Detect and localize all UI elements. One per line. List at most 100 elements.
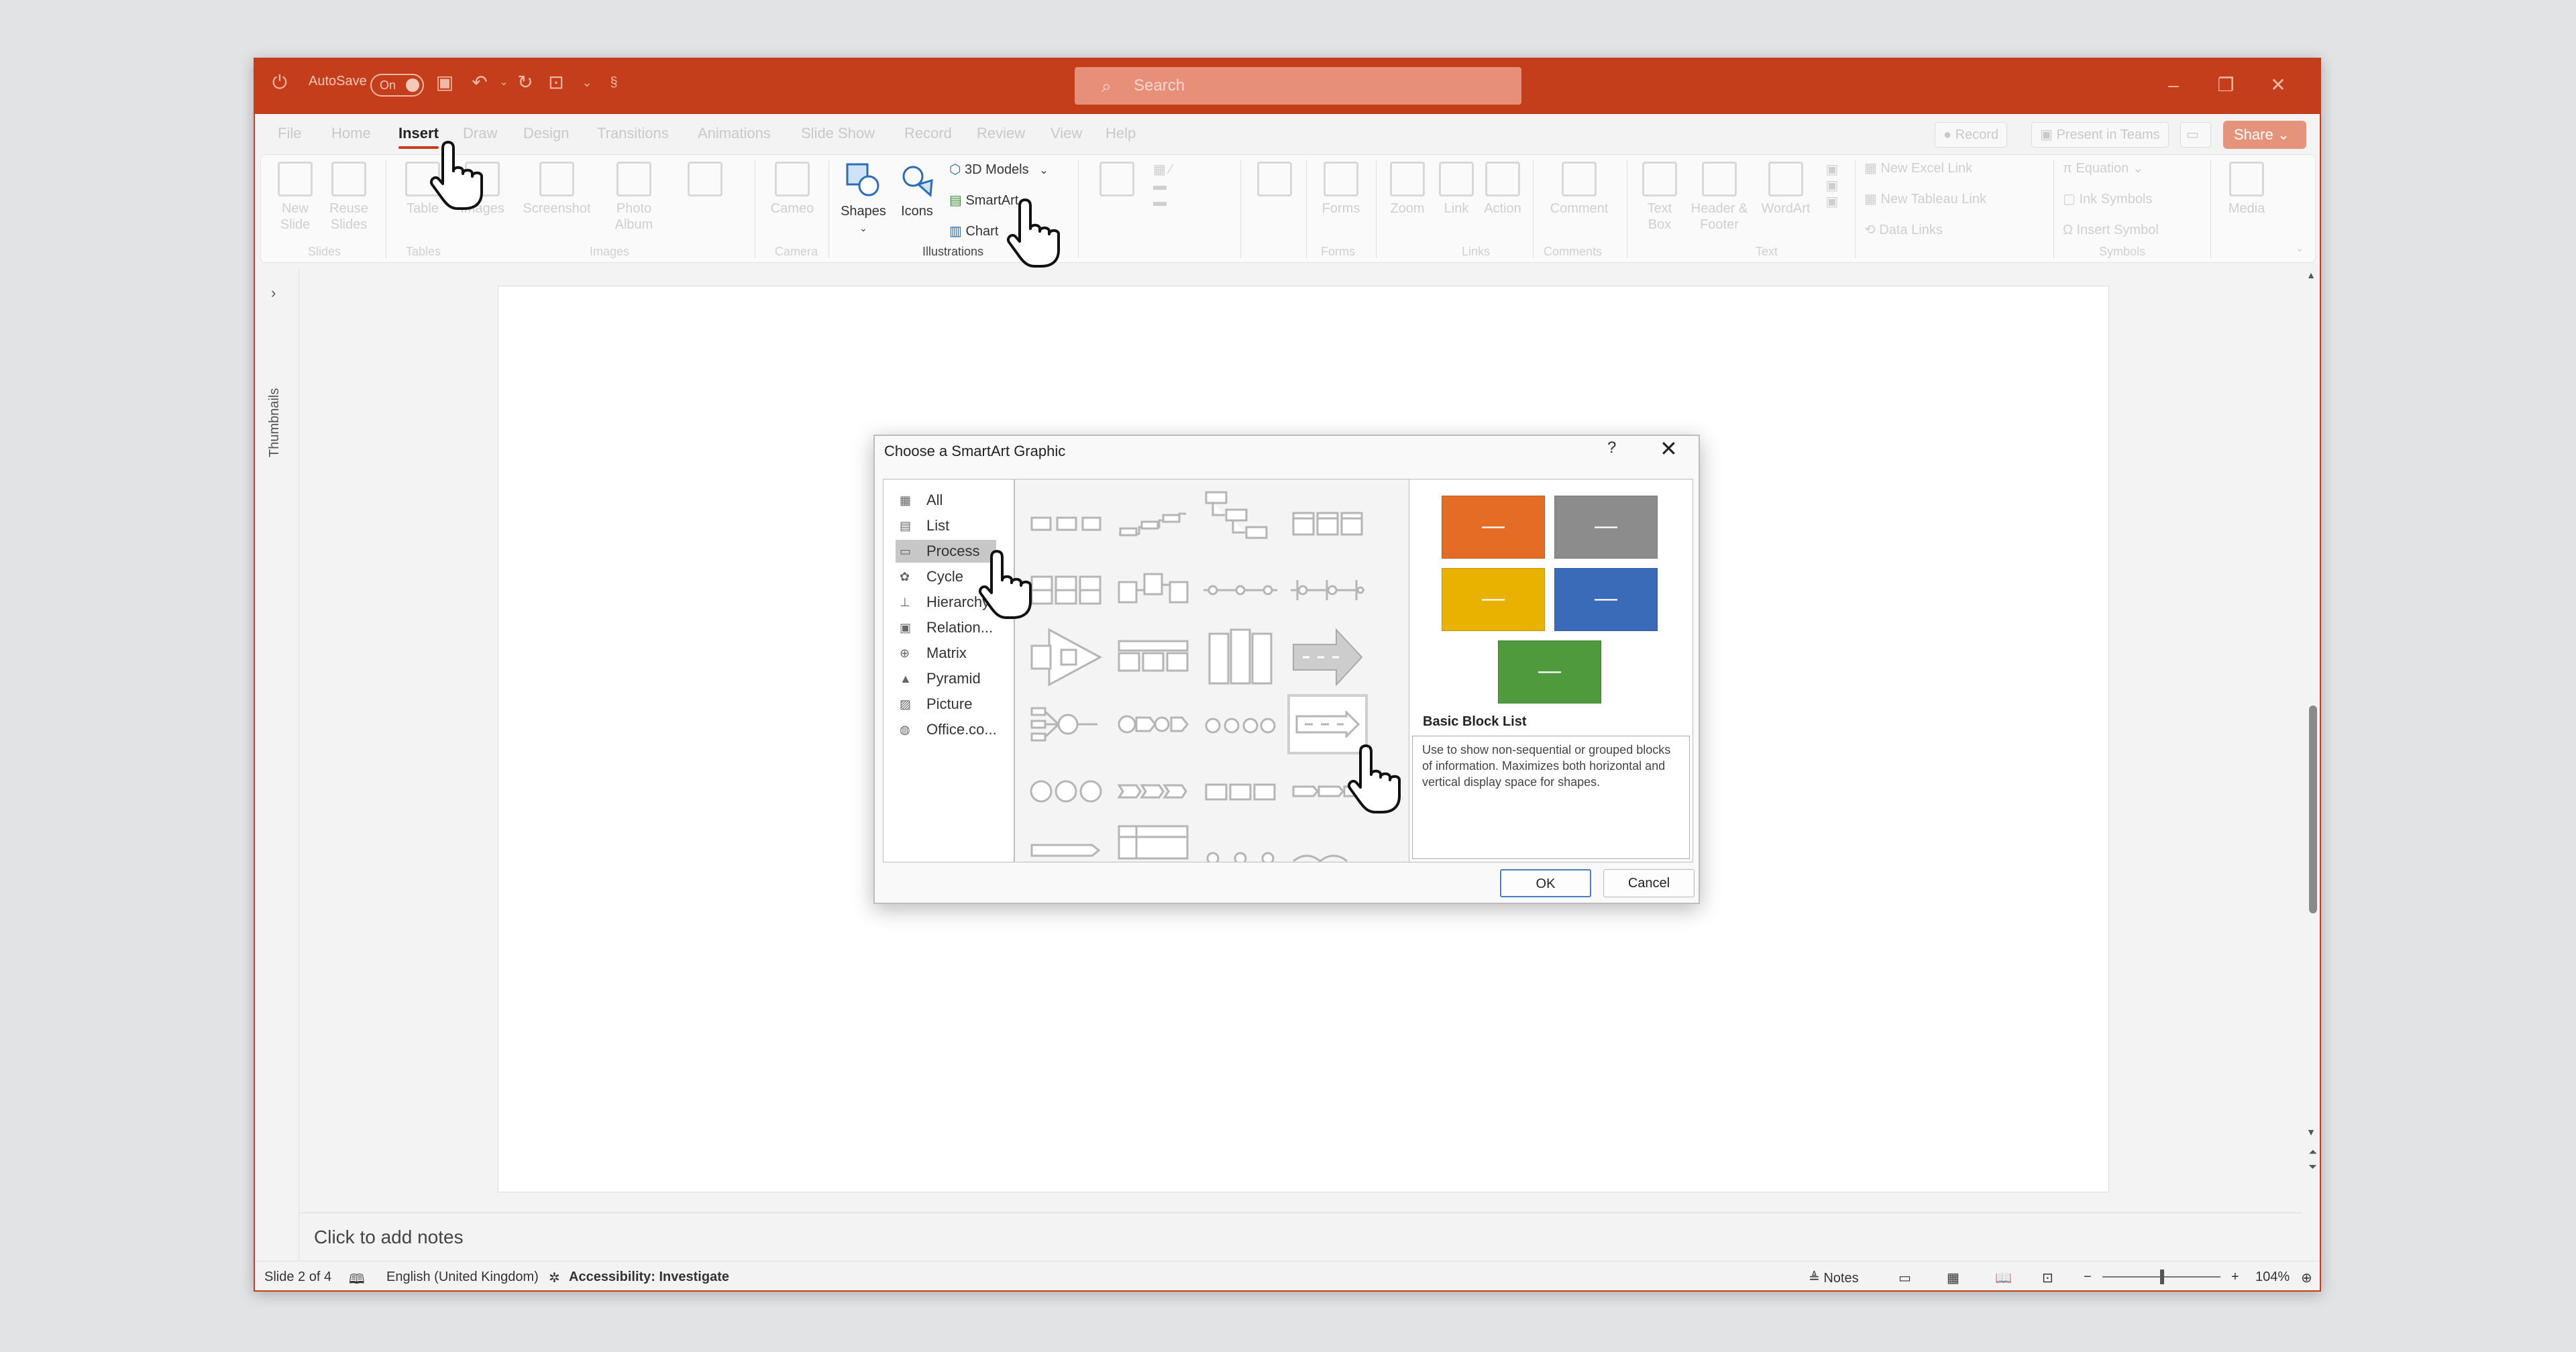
layout-vertical-accent-list[interactable] xyxy=(1200,627,1281,687)
collapse-ribbon-icon[interactable]: ⌄ xyxy=(2290,241,2310,257)
share-button[interactable]: Share ⌄ xyxy=(2223,121,2306,149)
comment-button[interactable]: Comment xyxy=(1542,162,1616,217)
slide-sorter-icon[interactable]: ▦ xyxy=(1947,1270,1960,1286)
layout-process-arrows[interactable] xyxy=(1026,819,1106,862)
notes-toggle[interactable]: ≜ Notes xyxy=(1809,1270,1859,1286)
accessibility-status[interactable]: Accessibility: Investigate xyxy=(569,1270,729,1285)
shapes-button[interactable]: Shapes ⌄ xyxy=(837,162,890,236)
search-box[interactable]: ⌕ Search xyxy=(1075,67,1521,105)
fit-slide-icon[interactable]: ⊕ xyxy=(2301,1270,2312,1286)
undo-dropdown-icon[interactable]: ⌄ xyxy=(494,72,514,93)
autosave-toggle[interactable]: On xyxy=(370,74,424,97)
close-window-icon[interactable]: ✕ xyxy=(2258,68,2298,102)
zoom-slider-thumb[interactable] xyxy=(2160,1270,2164,1284)
tab-record[interactable]: Record xyxy=(904,125,952,142)
scrollbar-thumb[interactable] xyxy=(2309,706,2317,913)
language-status[interactable]: English (United Kingdom) xyxy=(386,1270,539,1285)
close-icon[interactable]: ✕ xyxy=(1660,436,1678,461)
layout-bending-process[interactable] xyxy=(1287,826,1368,862)
tab-design[interactable]: Design xyxy=(523,125,569,142)
category-list-item[interactable]: ▤ List xyxy=(896,514,996,537)
minimize-icon[interactable]: – xyxy=(2153,68,2194,102)
slideshow-icon[interactable]: ⊡ xyxy=(2042,1270,2053,1286)
action-button[interactable]: Action xyxy=(1479,162,1526,217)
zoom-out-icon[interactable]: − xyxy=(2084,1270,2092,1285)
tab-slide-show[interactable]: Slide Show xyxy=(801,125,875,142)
spelling-icon[interactable]: 🕮 xyxy=(349,1270,365,1290)
restore-icon[interactable]: ❐ xyxy=(2206,68,2246,102)
layout-cycle-process[interactable] xyxy=(1200,826,1281,862)
tab-transitions[interactable]: Transitions xyxy=(597,125,669,142)
new-slide-button[interactable]: New Slide xyxy=(272,162,319,233)
present-from-beginning-icon[interactable]: ⊡ xyxy=(546,72,566,93)
customize-toolbar-icon[interactable]: ⌄ xyxy=(577,72,597,93)
equation-button[interactable]: π Equation ⌄ xyxy=(2063,160,2197,176)
tab-home[interactable]: Home xyxy=(331,125,371,142)
ink-symbols-button[interactable]: ▢ Ink Symbols xyxy=(2063,191,2197,207)
redo-icon[interactable]: ↻ xyxy=(515,72,535,93)
layout-vertical-process[interactable] xyxy=(1113,812,1193,862)
tab-help[interactable]: Help xyxy=(1106,125,1136,142)
reuse-slides-button[interactable]: Reuse Slides xyxy=(325,162,372,233)
comments-button[interactable]: ▭ xyxy=(2180,122,2211,148)
photo-album-button[interactable]: Photo Album xyxy=(600,162,667,233)
cancel-button[interactable]: Cancel xyxy=(1603,869,1695,897)
new-tableau-link-button[interactable]: ▦ New Tableau Link xyxy=(1864,191,2012,207)
small-tools[interactable]: ▦ ⁄ ▬ ▬ xyxy=(1153,162,1227,210)
accessibility-icon[interactable]: ✲ xyxy=(549,1270,560,1286)
layout-circle-arrow-process[interactable] xyxy=(1113,694,1193,754)
screenshot-button[interactable]: Screenshot xyxy=(520,162,594,217)
thumbnails-label[interactable]: Thumbnails xyxy=(267,388,282,457)
category-office-com[interactable]: ◍ Office.co... xyxy=(896,718,997,741)
layout-continuous-block-process[interactable] xyxy=(1200,560,1281,620)
layout-step-up-process[interactable] xyxy=(1113,493,1193,553)
header-footer-button[interactable]: Header & Footer xyxy=(1686,162,1753,233)
cameo-button[interactable]: Cameo xyxy=(765,162,819,217)
insert-picture-button[interactable] xyxy=(672,162,739,201)
link-button[interactable]: Link xyxy=(1436,162,1477,217)
category-picture[interactable]: ▨ Picture xyxy=(896,693,996,716)
present-in-teams-button[interactable]: ▣ Present in Teams xyxy=(2031,122,2169,148)
new-excel-link-button[interactable]: ▦ New Excel Link xyxy=(1864,160,2012,176)
tab-view[interactable]: View xyxy=(1051,125,1082,142)
media-button[interactable]: Media xyxy=(2220,162,2273,217)
more-icon[interactable]: § xyxy=(604,72,624,93)
normal-view-icon[interactable]: ▭ xyxy=(1898,1270,1911,1286)
layout-step-down-process[interactable] xyxy=(1200,486,1281,547)
layout-converging-text[interactable] xyxy=(1026,694,1106,754)
record-button[interactable]: ● Record xyxy=(1935,122,2008,148)
layout-alternating-flow[interactable] xyxy=(1113,560,1193,620)
category-pyramid[interactable]: ▲ Pyramid xyxy=(896,667,996,690)
icons-button[interactable]: Icons xyxy=(892,162,943,219)
layout-detailed-process[interactable] xyxy=(1113,627,1193,687)
wordart-button[interactable]: WordArt xyxy=(1756,162,1816,217)
undo-icon[interactable]: ↶ xyxy=(470,72,490,93)
layout-repeating-bending-process[interactable] xyxy=(1200,694,1281,754)
layout-circle-process[interactable] xyxy=(1026,761,1106,822)
text-box-button[interactable]: Text Box xyxy=(1636,162,1683,233)
text-small-tools[interactable]: ▣ ▣ ▣ xyxy=(1819,162,1845,210)
tab-file[interactable]: File xyxy=(278,125,301,142)
insert-symbol-button[interactable]: Ω Insert Symbol xyxy=(2063,222,2197,238)
ok-button[interactable]: OK xyxy=(1500,869,1591,897)
layout-timeline-process[interactable] xyxy=(1287,560,1368,620)
vertical-scrollbar[interactable]: ▲ ▼ ⏶ ⏷ xyxy=(2304,270,2320,1195)
scroll-up-icon[interactable]: ▲ xyxy=(2306,270,2316,280)
addins-button[interactable] xyxy=(1090,162,1144,201)
reading-view-icon[interactable]: 📖 xyxy=(1995,1270,2012,1286)
notes-pane[interactable]: Click to add notes xyxy=(299,1213,2302,1261)
powerbi-button[interactable] xyxy=(1251,162,1298,201)
zoom-level[interactable]: 104% xyxy=(2255,1270,2290,1285)
prev-next-slide-icon[interactable]: ⏶ ⏷ xyxy=(2308,1145,2317,1175)
category-all[interactable]: ▦ All xyxy=(896,489,996,512)
zoom-in-icon[interactable]: + xyxy=(2231,1270,2239,1285)
tab-animations[interactable]: Animations xyxy=(698,125,771,142)
3d-models-button[interactable]: ⬡ 3D Models ⌄ xyxy=(949,162,1070,179)
tab-review[interactable]: Review xyxy=(977,125,1025,142)
layout-basic-chevron[interactable] xyxy=(1026,627,1106,687)
expand-thumbnails-icon[interactable]: › xyxy=(271,284,276,302)
forms-button[interactable]: Forms xyxy=(1314,162,1368,217)
zoom-button[interactable]: Zoom xyxy=(1384,162,1431,217)
layout-upward-arrow[interactable] xyxy=(1287,627,1368,687)
category-matrix[interactable]: ⊕ Matrix xyxy=(896,642,996,665)
